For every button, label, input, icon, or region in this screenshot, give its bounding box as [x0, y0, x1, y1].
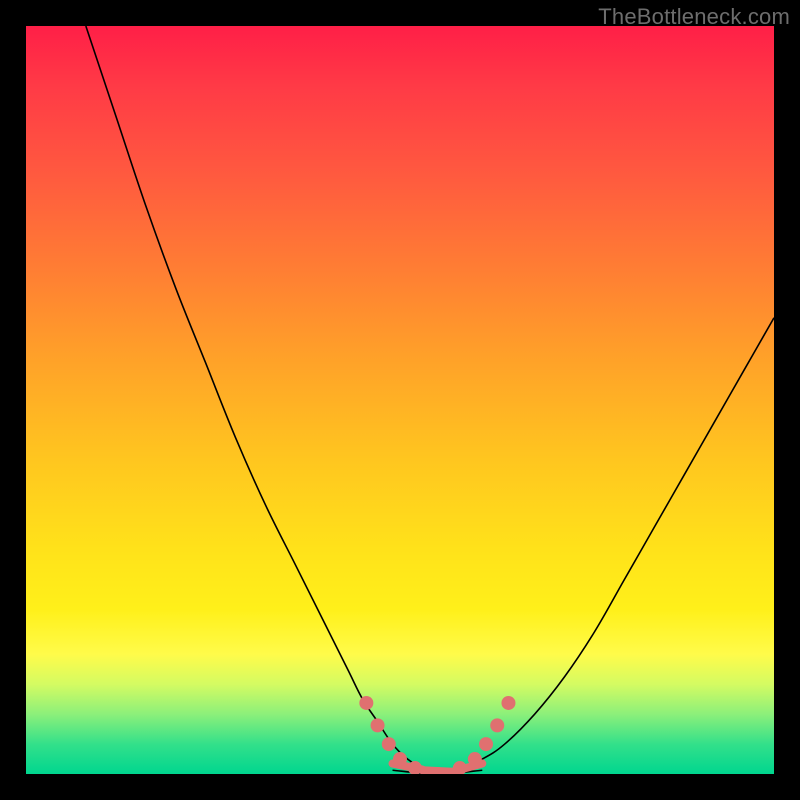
- watermark-text: TheBottleneck.com: [598, 4, 790, 30]
- chart-marker-9: [490, 718, 504, 732]
- chart-marker-3: [393, 752, 407, 766]
- chart-marker-2: [382, 737, 396, 751]
- chart-plot-area: [26, 26, 774, 774]
- chart-marker-10: [501, 696, 515, 710]
- chart-marker-7: [468, 752, 482, 766]
- chart-series-right-curve: [437, 318, 774, 774]
- chart-series-left-curve: [86, 26, 438, 774]
- chart-marker-8: [479, 737, 493, 751]
- chart-curves: [86, 26, 774, 774]
- chart-marker-0: [359, 696, 373, 710]
- chart-svg: [26, 26, 774, 774]
- chart-marker-6: [453, 761, 467, 774]
- chart-markers: [359, 696, 515, 774]
- chart-marker-1: [371, 718, 385, 732]
